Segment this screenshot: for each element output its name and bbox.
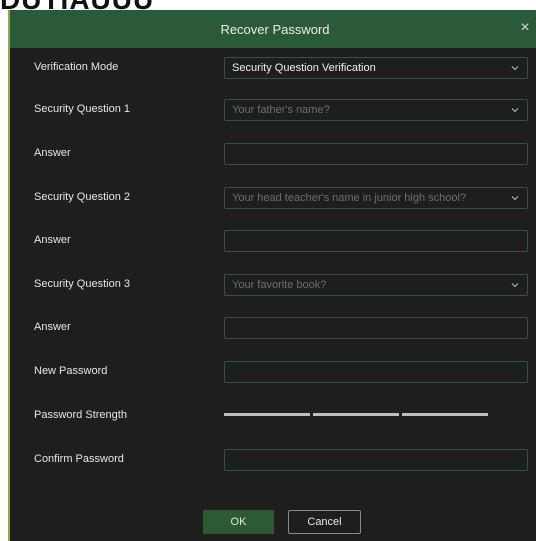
security-question-1-select[interactable]: Your father's name? [224,99,528,121]
password-strength-row: Password Strength [10,405,536,429]
verification-mode-label: Verification Mode [34,61,119,73]
cancel-button[interactable]: Cancel [288,510,361,534]
recover-password-dialog: Recover Password × Verification Mode Sec… [8,10,536,541]
chevron-down-icon [511,283,519,288]
security-question-3-value: Your favorite book? [232,279,327,291]
answer-2-row: Answer [10,230,536,254]
security-question-2-select[interactable]: Your head teacher's name in junior high … [224,187,528,209]
answer-2-input[interactable] [224,230,528,252]
security-question-3-label: Security Question 3 [34,278,130,290]
security-question-2-row: Security Question 2 Your head teacher's … [10,187,536,211]
verification-mode-select[interactable]: Security Question Verification [224,57,528,79]
verification-mode-value: Security Question Verification [232,62,376,74]
security-question-1-row: Security Question 1 Your father's name? [10,99,536,123]
new-password-input[interactable] [224,361,528,383]
chevron-down-icon [511,66,519,71]
strength-segment [313,413,399,416]
answer-3-label: Answer [34,321,71,333]
confirm-password-row: Confirm Password [10,449,536,473]
answer-2-label: Answer [34,234,71,246]
new-password-label: New Password [34,365,108,377]
new-password-row: New Password [10,361,536,385]
strength-segment [402,413,488,416]
password-strength-meter [224,413,488,417]
answer-1-label: Answer [34,147,71,159]
answer-3-input[interactable] [224,317,528,339]
security-question-1-label: Security Question 1 [34,103,130,115]
security-question-3-select[interactable]: Your favorite book? [224,274,528,296]
security-question-2-value: Your head teacher's name in junior high … [232,192,467,204]
close-icon[interactable]: × [516,19,534,37]
chevron-down-icon [511,196,519,201]
ok-button[interactable]: OK [203,510,274,534]
security-question-1-value: Your father's name? [232,104,330,116]
verification-mode-row: Verification Mode Security Question Veri… [10,57,536,81]
password-strength-label: Password Strength [34,409,127,421]
dialog-title: Recover Password [220,21,330,37]
security-question-2-label: Security Question 2 [34,191,130,203]
answer-1-input[interactable] [224,143,528,165]
strength-segment [224,413,310,416]
answer-3-row: Answer [10,317,536,341]
chevron-down-icon [511,108,519,113]
dialog-title-bar: Recover Password × [10,10,536,48]
confirm-password-input[interactable] [224,449,528,471]
security-question-3-row: Security Question 3 Your favorite book? [10,274,536,298]
confirm-password-label: Confirm Password [34,453,124,465]
answer-1-row: Answer [10,143,536,167]
